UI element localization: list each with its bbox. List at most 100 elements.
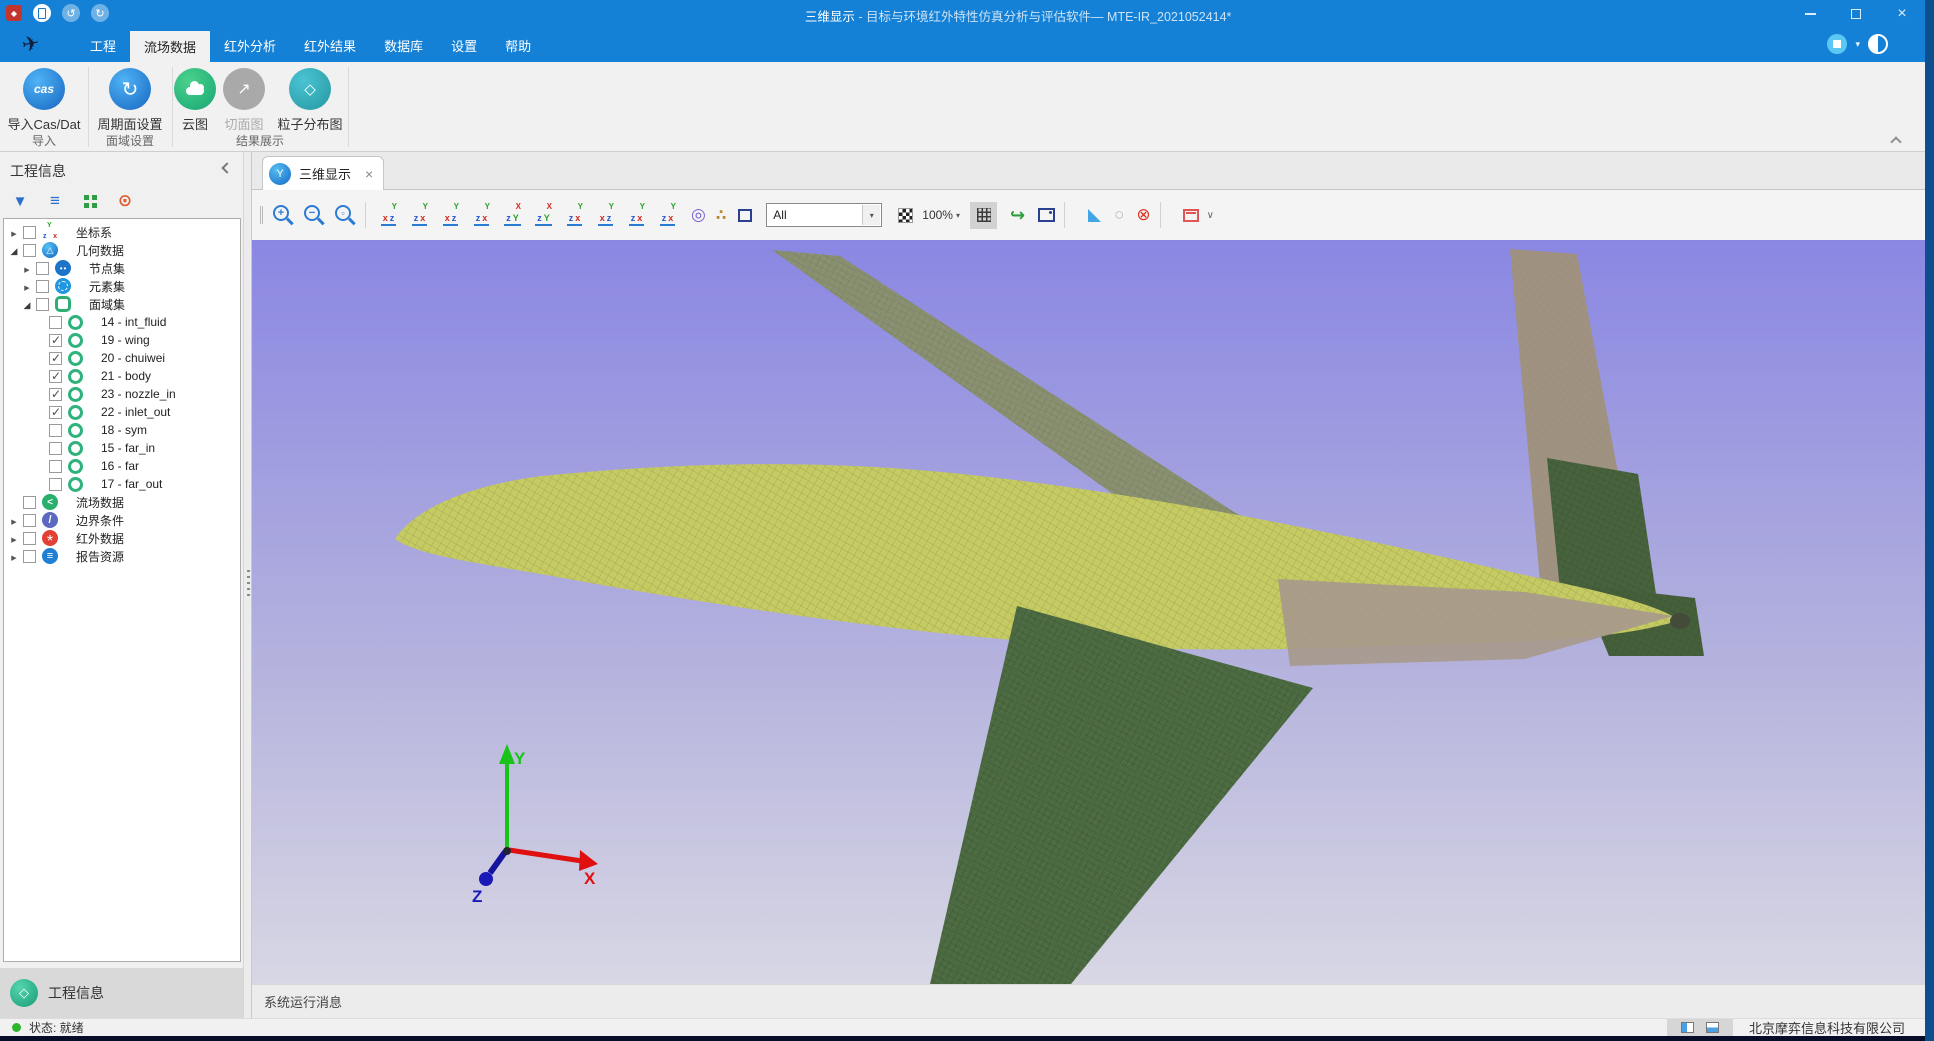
- checkbox[interactable]: [23, 226, 36, 239]
- checkbox[interactable]: [49, 442, 62, 455]
- chevron-down-icon[interactable]: [1207, 210, 1214, 221]
- zoom-level-dropdown[interactable]: 100% ▾: [922, 208, 960, 222]
- particle-distribution-button[interactable]: 粒子分布图: [270, 68, 350, 133]
- checkbox[interactable]: [23, 496, 36, 509]
- checkbox[interactable]: [49, 424, 62, 437]
- expander-closed-icon[interactable]: [21, 279, 33, 293]
- restore-button[interactable]: [1833, 0, 1879, 28]
- checkbox[interactable]: [36, 262, 49, 275]
- tree-row[interactable]: 20 - chuiwei: [4, 349, 240, 367]
- toolbar-drag-handle[interactable]: [260, 206, 263, 224]
- tree-row[interactable]: 15 - far_in: [4, 439, 240, 457]
- mirror-icon[interactable]: [1088, 209, 1101, 222]
- filter-icon[interactable]: ▼: [10, 191, 30, 211]
- checkbox[interactable]: [49, 460, 62, 473]
- expander-closed-icon[interactable]: [8, 549, 20, 563]
- tab-3d-display[interactable]: 三维显示 ×: [262, 156, 384, 190]
- tree-row[interactable]: 面域集: [4, 295, 240, 313]
- region-select-icon[interactable]: [738, 209, 752, 222]
- ribbon-collapse-button[interactable]: [1892, 135, 1900, 143]
- view-orientation-button[interactable]: Yzx: [654, 202, 681, 228]
- checkbox[interactable]: [49, 406, 62, 419]
- checkbox[interactable]: [23, 244, 36, 257]
- view-orientation-button[interactable]: XzY: [530, 202, 557, 228]
- delete-icon[interactable]: [1136, 205, 1150, 225]
- expander-open-icon[interactable]: [8, 243, 20, 257]
- theme-toggle-button[interactable]: [1868, 34, 1888, 54]
- checkbox[interactable]: [23, 532, 36, 545]
- view-orientation-button[interactable]: Yzx: [406, 202, 433, 228]
- layout-split-horizontal-icon[interactable]: [1706, 1022, 1719, 1033]
- checkbox[interactable]: [36, 280, 49, 293]
- grid-view-icon[interactable]: [80, 191, 100, 211]
- tree-row[interactable]: 边界条件: [4, 511, 240, 529]
- style-toggle-button[interactable]: [1827, 34, 1847, 54]
- tree-row[interactable]: 几何数据: [4, 241, 240, 259]
- expander-closed-icon[interactable]: [8, 513, 20, 527]
- expander-closed-icon[interactable]: [8, 531, 20, 545]
- list-view-icon[interactable]: ≡: [45, 191, 65, 211]
- tree-row[interactable]: 节点集: [4, 259, 240, 277]
- tree-row[interactable]: 元素集: [4, 277, 240, 295]
- snapshot-icon[interactable]: [1038, 208, 1055, 222]
- tree-row[interactable]: 19 - wing: [4, 331, 240, 349]
- menu-item[interactable]: 工程: [76, 28, 130, 62]
- checkbox[interactable]: [49, 352, 62, 365]
- expander-closed-icon[interactable]: [8, 225, 20, 239]
- checkbox[interactable]: [49, 316, 62, 329]
- tree-row[interactable]: 18 - sym: [4, 421, 240, 439]
- checkbox[interactable]: [49, 370, 62, 383]
- panel-footer[interactable]: 工程信息: [0, 968, 243, 1018]
- tree-row[interactable]: 红外数据: [4, 529, 240, 547]
- chevron-down-icon[interactable]: ▾: [1855, 39, 1860, 50]
- new-document-button[interactable]: [33, 4, 51, 22]
- checkbox[interactable]: [36, 298, 49, 311]
- view-orientation-button[interactable]: Yzx: [623, 202, 650, 228]
- panel-collapse-button[interactable]: [221, 164, 229, 172]
- transparency-icon[interactable]: [898, 208, 913, 223]
- panel-splitter[interactable]: [243, 152, 252, 1018]
- tree-row[interactable]: 报告资源: [4, 547, 240, 565]
- undo-button[interactable]: ↺: [62, 4, 80, 22]
- tree-row[interactable]: Yzx坐标系: [4, 223, 240, 241]
- checkbox[interactable]: [49, 388, 62, 401]
- export-arrow-icon[interactable]: [1010, 205, 1025, 226]
- tree-row[interactable]: 14 - int_fluid: [4, 313, 240, 331]
- menu-item[interactable]: 帮助: [491, 28, 545, 62]
- close-button[interactable]: ×: [1879, 0, 1925, 28]
- expander-closed-icon[interactable]: [21, 261, 33, 275]
- view-orientation-button[interactable]: Yxz: [375, 202, 402, 228]
- contour-plot-button[interactable]: 云图: [172, 68, 218, 133]
- combobox-dropdown-icon[interactable]: [862, 205, 880, 225]
- mesh-toggle-button-active[interactable]: [970, 202, 997, 229]
- tab-close-icon[interactable]: ×: [365, 169, 373, 179]
- tree-row[interactable]: 22 - inlet_out: [4, 403, 240, 421]
- menu-item[interactable]: 数据库: [370, 28, 437, 62]
- periodic-face-settings-button[interactable]: 周期面设置: [88, 68, 172, 133]
- camera-icon[interactable]: [691, 205, 706, 225]
- tree-row[interactable]: 16 - far: [4, 457, 240, 475]
- view-orientation-button[interactable]: Yzx: [561, 202, 588, 228]
- particles-icon[interactable]: [716, 206, 726, 224]
- tree-row[interactable]: 21 - body: [4, 367, 240, 385]
- checkbox[interactable]: [23, 514, 36, 527]
- zoom-in-button[interactable]: [270, 203, 294, 227]
- zoom-out-button[interactable]: [301, 203, 325, 227]
- zoom-fit-button[interactable]: [332, 203, 356, 227]
- view-orientation-button[interactable]: Yxz: [592, 202, 619, 228]
- expander-open-icon[interactable]: [21, 297, 33, 311]
- menu-item[interactable]: 红外分析: [210, 28, 290, 62]
- checkbox[interactable]: [49, 478, 62, 491]
- view-orientation-button[interactable]: XzY: [499, 202, 526, 228]
- app-logo-icon[interactable]: ◆: [6, 5, 22, 21]
- viewport-3d[interactable]: Y X Z: [252, 240, 1925, 984]
- minimize-button[interactable]: [1787, 0, 1833, 28]
- display-filter-combobox[interactable]: All: [766, 203, 882, 227]
- layout-split-vertical-icon[interactable]: [1681, 1022, 1694, 1033]
- menu-item[interactable]: 设置: [437, 28, 491, 62]
- tree-row[interactable]: 23 - nozzle_in: [4, 385, 240, 403]
- checkbox[interactable]: [23, 550, 36, 563]
- menu-item[interactable]: 流场数据: [130, 31, 210, 62]
- tree-row[interactable]: 流场数据: [4, 493, 240, 511]
- tree-row[interactable]: 17 - far_out: [4, 475, 240, 493]
